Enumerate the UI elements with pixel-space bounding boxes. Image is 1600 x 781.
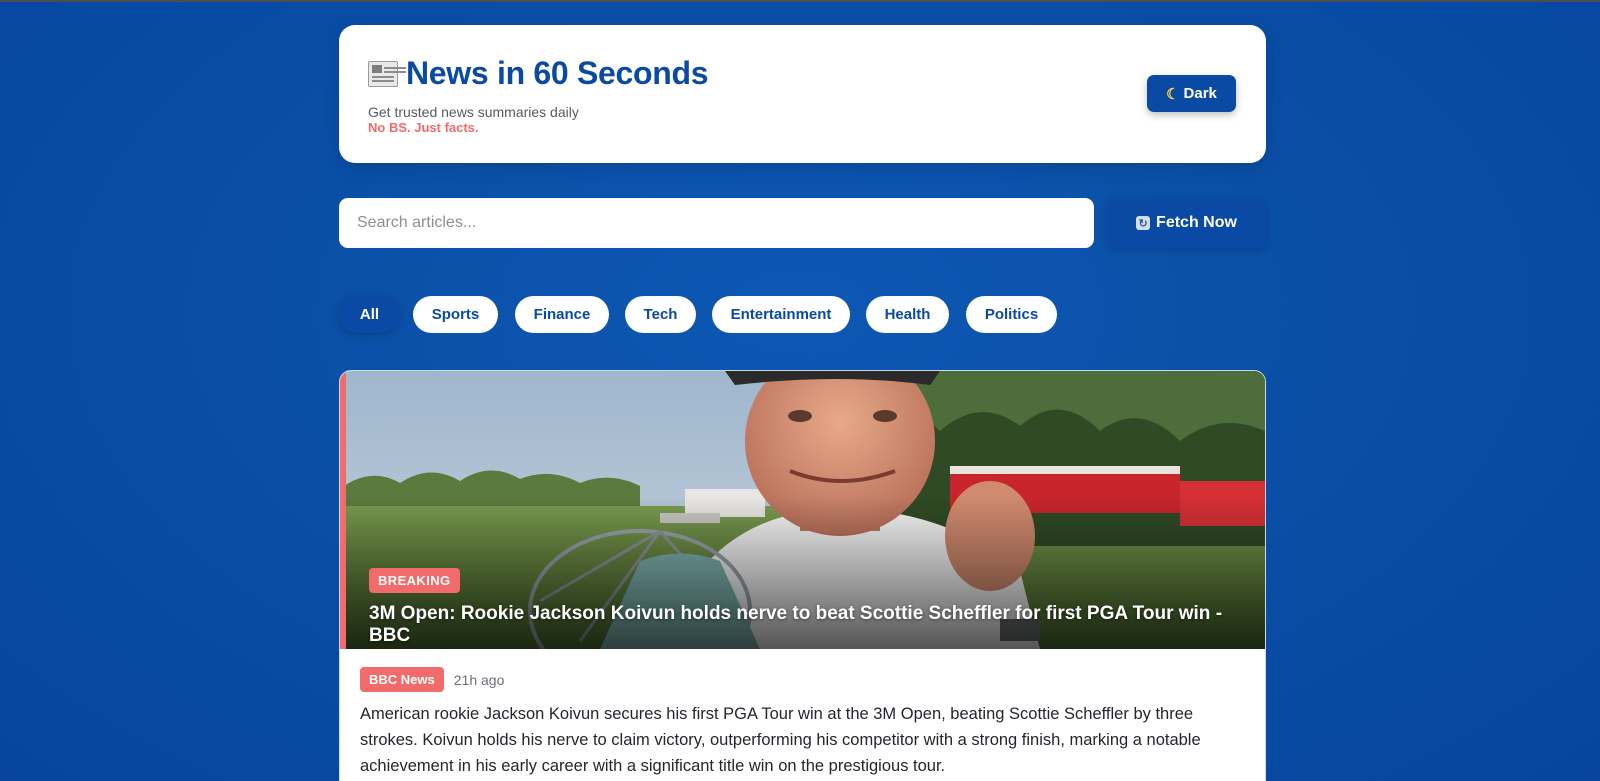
newspaper-icon <box>368 60 398 87</box>
moon-icon: ☾ <box>1166 85 1180 103</box>
filter-politics[interactable]: Politics <box>966 296 1057 333</box>
dark-mode-label: Dark <box>1183 85 1217 102</box>
breaking-accent-bar <box>340 371 346 649</box>
filter-entertainment[interactable]: Entertainment <box>712 296 850 333</box>
source-badge: BBC News <box>360 667 444 692</box>
title-row: News in 60 Seconds <box>368 55 709 92</box>
app-subtitle: Get trusted news summaries daily <box>368 104 579 120</box>
refresh-icon: ↻ <box>1136 216 1151 230</box>
article-time: 21h ago <box>453 671 505 688</box>
search-input[interactable] <box>339 198 1094 248</box>
article-title[interactable]: 3M Open: Rookie Jackson Koivun holds ner… <box>369 603 1249 647</box>
fetch-now-button[interactable]: ↻ Fetch Now <box>1107 198 1266 248</box>
app-tagline: No BS. Just facts. <box>368 120 479 135</box>
window-top-border <box>0 0 1600 2</box>
article-hero-image[interactable]: BREAKING 3M Open: Rookie Jackson Koivun … <box>340 371 1265 649</box>
search-row: ↻ Fetch Now <box>339 198 1266 248</box>
filter-all[interactable]: All <box>339 296 400 333</box>
filter-health[interactable]: Health <box>866 296 949 333</box>
fetch-now-label: Fetch Now <box>1156 214 1237 231</box>
article-summary: American rookie Jackson Koivun secures h… <box>360 705 1201 775</box>
dark-mode-button[interactable]: ☾ Dark <box>1147 75 1236 112</box>
filter-finance[interactable]: Finance <box>515 296 609 333</box>
page-container: News in 60 Seconds Get trusted news summ… <box>339 25 1266 781</box>
breaking-badge: BREAKING <box>369 568 460 593</box>
article-card[interactable]: BREAKING 3M Open: Rookie Jackson Koivun … <box>339 370 1266 781</box>
filter-tech[interactable]: Tech <box>625 296 696 333</box>
article-meta: BBC News 21h ago <box>360 667 504 692</box>
app-title: News in 60 Seconds <box>406 55 709 91</box>
filter-sports[interactable]: Sports <box>413 296 498 333</box>
header-card: News in 60 Seconds Get trusted news summ… <box>339 25 1266 163</box>
